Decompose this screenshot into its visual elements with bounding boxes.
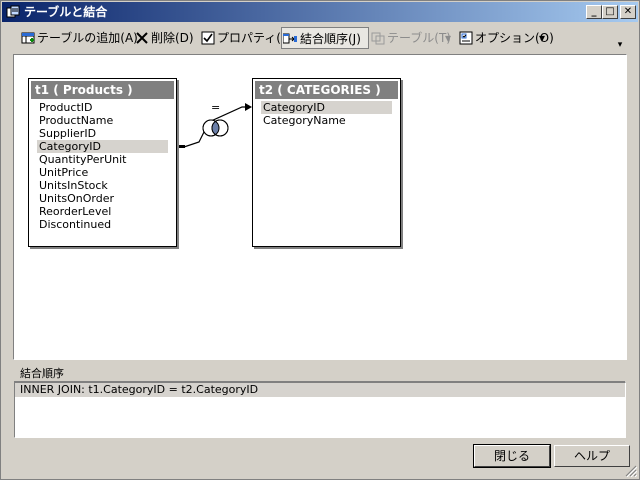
toolbar-overflow-chevron-icon[interactable]: ▾ xyxy=(614,39,626,51)
column-item[interactable]: UnitsInStock xyxy=(39,179,168,192)
add-table-icon xyxy=(21,32,35,44)
column-item[interactable]: CategoryID xyxy=(261,101,392,114)
join-order-label: 結合順序(J) xyxy=(300,32,361,46)
column-item[interactable]: Discontinued xyxy=(39,218,168,231)
app-icon xyxy=(6,5,20,18)
add-table-button[interactable]: テーブルの追加(A) xyxy=(21,27,138,49)
join-operator-label: = xyxy=(211,101,221,114)
column-item[interactable]: UnitsOnOrder xyxy=(39,192,168,205)
inner-join-venn-icon[interactable] xyxy=(202,119,229,137)
column-item[interactable]: SupplierID xyxy=(39,127,168,140)
diagram-canvas[interactable]: = t1 ( Products ) ProductID ProductName Su… xyxy=(13,54,627,360)
join-order-header: 結合順序 xyxy=(14,367,625,382)
add-table-label: テーブルの追加(A) xyxy=(37,31,138,45)
close-button[interactable]: 閉じる xyxy=(473,444,551,468)
column-item[interactable]: ProductName xyxy=(39,114,168,127)
join-order-row[interactable]: INNER JOIN: t1.CategoryID = t2.CategoryI… xyxy=(15,383,625,397)
table-menu-chevron-down-icon: ▾ xyxy=(445,31,452,45)
delete-label: 削除(D) xyxy=(151,31,194,45)
table-menu-button[interactable]: テーブル(T) ▾ xyxy=(371,27,451,49)
options-menu-button[interactable]: オプション(O) ▾ xyxy=(459,27,554,49)
window-title: テーブルと結合 xyxy=(24,5,108,19)
toolbar: テーブルの追加(A) 削除(D) プロパティ(P) 結合順序(J) テーブル(T… xyxy=(15,27,615,49)
minimize-button[interactable]: _ xyxy=(586,5,602,19)
table-card-title[interactable]: t1 ( Products ) xyxy=(31,81,174,99)
table-card-categories[interactable]: t2 ( CATEGORIES ) CategoryID CategoryName xyxy=(252,78,401,247)
column-item[interactable]: ProductID xyxy=(39,101,168,114)
delete-x-icon xyxy=(136,32,148,44)
dialog-window: テーブルと結合 _ □ ✕ テーブルの追加(A) 削除(D) プロパティ(P) … xyxy=(0,0,640,480)
column-item[interactable]: QuantityPerUnit xyxy=(39,153,168,166)
table-card-products[interactable]: t1 ( Products ) ProductID ProductName Supp… xyxy=(28,78,177,247)
column-item[interactable]: CategoryID xyxy=(37,140,168,153)
join-order-list[interactable]: INNER JOIN: t1.CategoryID = t2.CategoryI… xyxy=(14,382,626,438)
title-bar[interactable]: テーブルと結合 _ □ ✕ xyxy=(2,2,638,22)
column-list: ProductID ProductName SupplierID CategoryID… xyxy=(37,101,168,231)
help-button[interactable]: ヘルプ xyxy=(554,445,630,467)
properties-button[interactable]: プロパティ(P) xyxy=(201,27,293,49)
column-list: CategoryID CategoryName xyxy=(261,101,392,127)
close-window-button[interactable]: ✕ xyxy=(620,5,636,19)
column-item[interactable]: ReorderLevel xyxy=(39,205,168,218)
join-order-icon xyxy=(283,33,297,44)
table-menu-label: テーブル(T) xyxy=(387,31,451,45)
table-card-title[interactable]: t2 ( CATEGORIES ) xyxy=(255,81,398,99)
checkbox-icon xyxy=(201,31,215,45)
table-icon xyxy=(371,32,385,45)
options-icon xyxy=(459,31,473,45)
delete-button[interactable]: 削除(D) xyxy=(135,27,194,49)
column-item[interactable]: UnitPrice xyxy=(39,166,168,179)
maximize-button[interactable]: □ xyxy=(602,5,618,19)
options-chevron-down-icon: ▾ xyxy=(539,31,546,45)
column-item[interactable]: CategoryName xyxy=(263,114,392,127)
join-order-button[interactable]: 結合順序(J) xyxy=(281,27,369,49)
resize-grip-icon[interactable] xyxy=(625,465,637,477)
